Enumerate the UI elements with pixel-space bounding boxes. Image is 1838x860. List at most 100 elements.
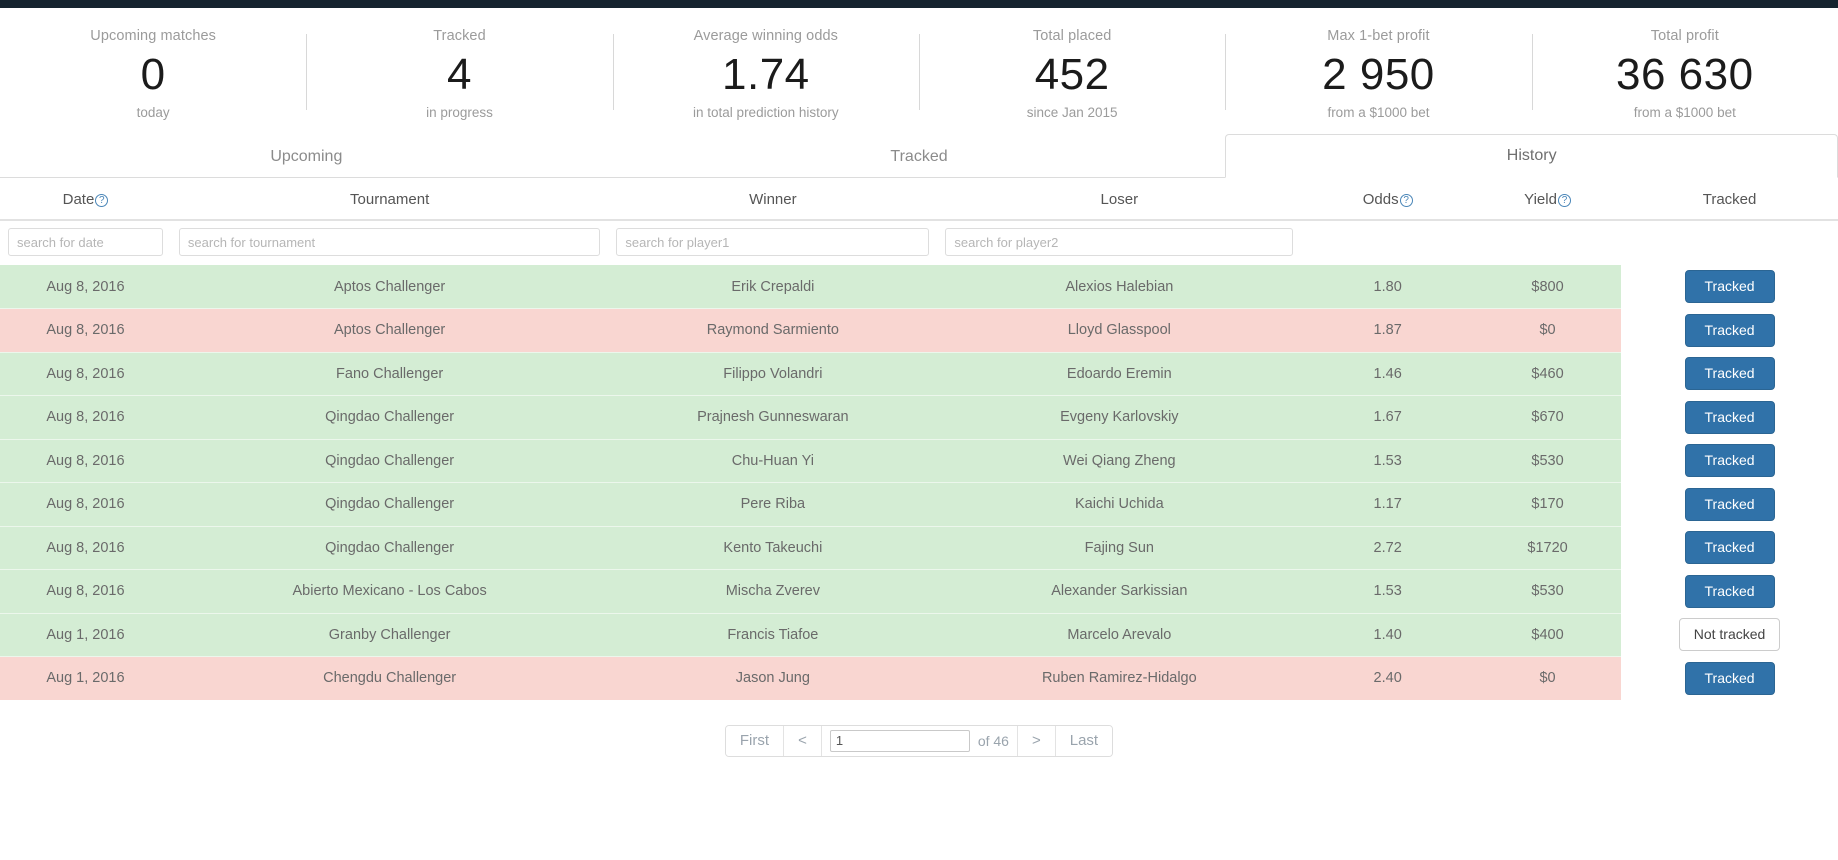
- column-header-yield[interactable]: Yield?: [1474, 178, 1622, 221]
- cell-yield: $530: [1474, 439, 1622, 483]
- cell-odds: 2.40: [1301, 656, 1475, 701]
- table-row: Aug 8, 2016 Qingdao Challenger Prajnesh Gu…: [0, 395, 1838, 440]
- filter-input-tournament[interactable]: [178, 228, 601, 256]
- column-header-label: Winner: [749, 191, 797, 208]
- cell-tournament: Qingdao Challenger: [170, 482, 609, 527]
- column-header-tournament[interactable]: Tournament: [170, 178, 609, 221]
- help-icon[interactable]: ?: [1399, 194, 1413, 207]
- column-header-label: Date: [62, 191, 95, 208]
- column-header-label: Tracked: [1702, 191, 1757, 208]
- pagination-first-button[interactable]: First: [725, 725, 785, 756]
- stat-label: Tracked: [433, 28, 486, 44]
- column-header-tracked[interactable]: Tracked: [1621, 178, 1838, 221]
- stat-card: Total profit 36 630 from a $1000 bet: [1531, 26, 1838, 122]
- table-row: Aug 8, 2016 Aptos Challenger Erik Crepaldi…: [0, 265, 1838, 309]
- pagination-next-button[interactable]: >: [1017, 725, 1056, 756]
- pagination-prev-button[interactable]: <: [784, 725, 822, 756]
- cell-odds: 1.53: [1301, 569, 1475, 614]
- tab-upcoming[interactable]: Upcoming: [0, 134, 613, 178]
- cell-yield: $670: [1474, 395, 1622, 440]
- cell-winner: Raymond Sarmiento: [608, 308, 938, 353]
- stat-card: Max 1-bet profit 2 950 from a $1000 bet: [1225, 26, 1531, 122]
- cell-date: Aug 8, 2016: [0, 439, 171, 483]
- cell-winner: Kento Takeuchi: [608, 526, 938, 570]
- pagination-last-button[interactable]: Last: [1055, 725, 1113, 756]
- stat-value: 36 630: [1616, 50, 1754, 99]
- tracked-button[interactable]: Tracked: [1684, 400, 1775, 434]
- tracked-button[interactable]: Tracked: [1684, 531, 1775, 565]
- stat-sublabel: today: [136, 105, 170, 120]
- cell-tracked: Tracked: [1621, 482, 1838, 527]
- filter-cell: [937, 220, 1302, 265]
- cell-tournament: Abierto Mexicano - Los Cabos: [170, 569, 609, 614]
- view-tabs: Upcoming Tracked History: [0, 134, 1838, 178]
- tracked-button[interactable]: Tracked: [1684, 487, 1775, 521]
- cell-winner: Jason Jung: [608, 656, 938, 701]
- filter-cell: [170, 220, 609, 265]
- cell-tournament: Granby Challenger: [170, 613, 609, 657]
- tracked-button[interactable]: Tracked: [1684, 270, 1775, 303]
- filter-input-loser[interactable]: [945, 228, 1294, 256]
- help-icon[interactable]: ?: [1557, 194, 1571, 207]
- column-header-date[interactable]: Date?: [0, 178, 171, 221]
- stat-sublabel: since Jan 2015: [1026, 105, 1118, 120]
- cell-date: Aug 8, 2016: [0, 395, 171, 440]
- cell-odds: 1.46: [1301, 352, 1475, 396]
- cell-date: Aug 1, 2016: [0, 613, 171, 657]
- cell-yield: $800: [1474, 265, 1622, 309]
- cell-tournament: Qingdao Challenger: [170, 439, 609, 483]
- cell-tracked: Not tracked: [1621, 613, 1838, 657]
- cell-odds: 1.53: [1301, 439, 1475, 483]
- column-header-label: Loser: [1100, 191, 1139, 208]
- table-row: Aug 8, 2016 Qingdao Challenger Pere Riba Ka…: [0, 482, 1838, 527]
- cell-odds: 2.72: [1301, 526, 1475, 570]
- cell-winner: Francis Tiafoe: [608, 613, 938, 657]
- filter-input-date[interactable]: [8, 228, 163, 256]
- filter-cell: [0, 220, 171, 265]
- column-header-odds[interactable]: Odds?: [1301, 178, 1475, 221]
- cell-tournament: Qingdao Challenger: [170, 526, 609, 570]
- cell-loser: Alexander Sarkissian: [937, 569, 1302, 614]
- cell-loser: Kaichi Uchida: [937, 482, 1302, 527]
- pagination-page-input[interactable]: [829, 729, 970, 752]
- table-body: Aug 8, 2016 Aptos Challenger Erik Crepaldi…: [0, 265, 1838, 701]
- cell-loser: Alexios Halebian: [937, 265, 1302, 309]
- cell-odds: 1.17: [1301, 482, 1475, 527]
- cell-winner: Chu-Huan Yi: [608, 439, 938, 483]
- cell-date: Aug 8, 2016: [0, 526, 171, 570]
- cell-yield: $1720: [1474, 526, 1622, 570]
- tracked-button[interactable]: Tracked: [1684, 444, 1775, 478]
- stat-sublabel: from a $1000 bet: [1327, 105, 1430, 120]
- tab-history[interactable]: History: [1225, 134, 1838, 178]
- cell-tracked: Tracked: [1621, 439, 1838, 483]
- cell-tracked: Tracked: [1621, 395, 1838, 440]
- filter-input-winner[interactable]: [616, 228, 930, 256]
- table-row: Aug 8, 2016 Qingdao Challenger Kento Takeu…: [0, 526, 1838, 570]
- cell-loser: Evgeny Karlovskiy: [937, 395, 1302, 440]
- table-row: Aug 8, 2016 Fano Challenger Filippo Voland…: [0, 352, 1838, 396]
- table-head: Date? Tournament Winner Loser Odds? Yield? Tra…: [0, 178, 1838, 221]
- tracked-button[interactable]: Tracked: [1684, 357, 1775, 391]
- predictions-table: Date? Tournament Winner Loser Odds? Yield? Tra…: [0, 178, 1838, 701]
- help-icon[interactable]: ?: [95, 194, 109, 207]
- column-header-loser[interactable]: Loser: [937, 178, 1302, 221]
- tracked-button[interactable]: Tracked: [1684, 574, 1775, 608]
- cell-winner: Mischa Zverev: [608, 569, 938, 614]
- tab-tracked[interactable]: Tracked: [613, 134, 1226, 178]
- stat-card: Upcoming matches 0 today: [0, 26, 306, 122]
- not-tracked-button[interactable]: Not tracked: [1678, 618, 1781, 652]
- tracked-button[interactable]: Tracked: [1684, 661, 1775, 695]
- stat-value: 452: [1034, 50, 1110, 99]
- cell-tracked: Tracked: [1621, 569, 1838, 614]
- table-row: Aug 8, 2016 Abierto Mexicano - Los Cabos M…: [0, 569, 1838, 614]
- pagination-total-label: of 46: [977, 732, 1009, 749]
- cell-tracked: Tracked: [1621, 526, 1838, 570]
- filter-cell: [608, 220, 938, 265]
- tracked-button[interactable]: Tracked: [1684, 313, 1775, 347]
- column-header-winner[interactable]: Winner: [608, 178, 938, 221]
- cell-tracked: Tracked: [1621, 352, 1838, 396]
- cell-winner: Prajnesh Gunneswaran: [608, 395, 938, 440]
- table-filter-row: [0, 220, 1838, 265]
- stat-value: 1.74: [722, 50, 810, 99]
- summary-stats-bar: Upcoming matches 0 today Tracked 4 in progres…: [0, 8, 1838, 134]
